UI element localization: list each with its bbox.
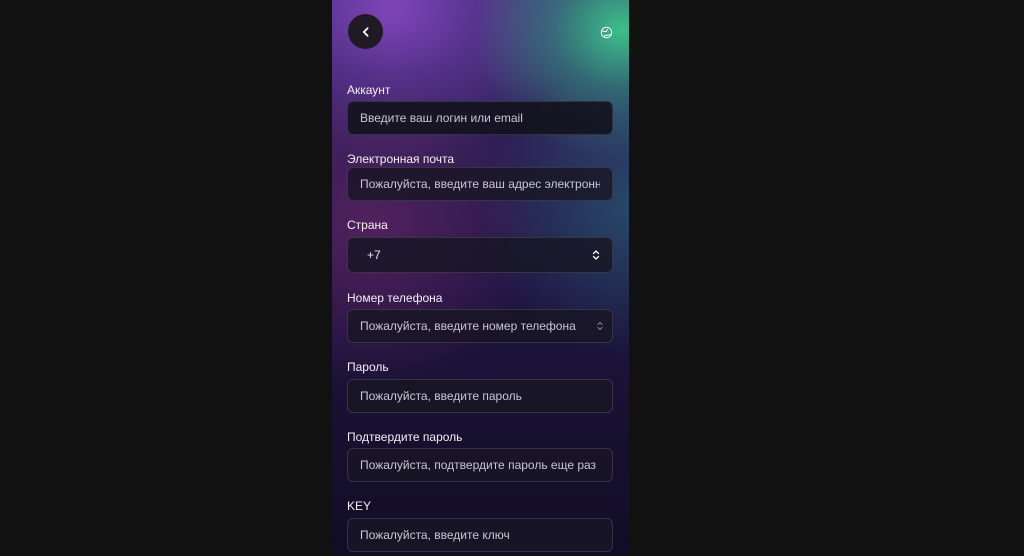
email-field [347,167,613,201]
account-label: Аккаунт [347,83,391,97]
number-spinner-icon[interactable] [597,321,603,331]
account-input[interactable] [348,111,612,125]
phone-label: Номер телефона [347,291,443,305]
chevron-up-down-icon [592,249,600,261]
screen: Аккаунт Электронная почта Страна +7 Номе… [0,0,1024,556]
confirm-password-field [347,448,613,482]
globe-icon [600,26,612,38]
country-label: Страна [347,218,388,232]
password-label: Пароль [347,360,389,374]
phone-field [347,309,613,343]
phone-input[interactable] [348,319,612,333]
registration-form: Аккаунт Электронная почта Страна +7 Номе… [332,0,629,556]
key-field [347,518,613,552]
confirm-password-input[interactable] [348,458,612,472]
key-input[interactable] [348,528,612,542]
country-select-value: +7 [367,248,381,262]
chevron-left-icon [362,26,368,37]
country-select[interactable]: +7 [347,237,613,273]
email-input[interactable] [348,177,612,191]
password-field [347,379,613,413]
key-label: KEY [347,499,372,513]
registration-screen: Аккаунт Электронная почта Страна +7 Номе… [332,0,629,556]
confirm-password-label: Подтвердите пароль [347,430,463,444]
password-input[interactable] [348,389,612,403]
language-button[interactable] [599,25,613,39]
back-button[interactable] [348,14,383,49]
email-label: Электронная почта [347,152,455,166]
account-field [347,101,613,135]
